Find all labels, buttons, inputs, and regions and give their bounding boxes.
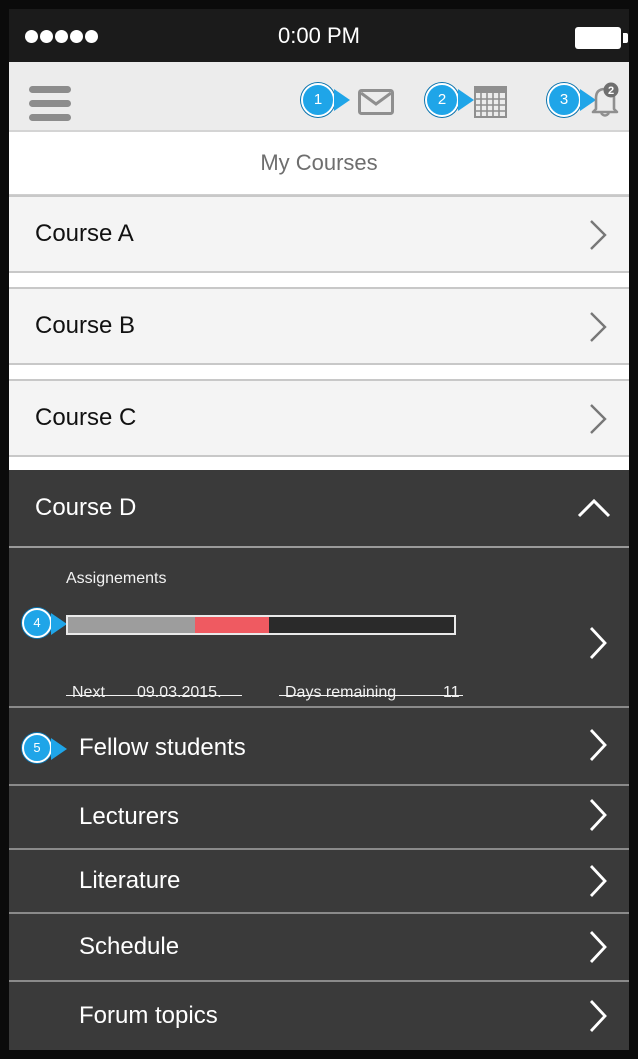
menu-item-lecturers[interactable]: Lecturers xyxy=(9,786,629,850)
course-item-a[interactable]: Course A xyxy=(9,195,629,273)
divider xyxy=(9,457,629,470)
hamburger-menu-icon[interactable] xyxy=(29,86,71,121)
menu-item-label: Literature xyxy=(79,867,181,894)
calendar-icon[interactable] xyxy=(474,85,507,123)
menu-item-label: Schedule xyxy=(79,933,180,960)
callout-badge: 4 xyxy=(22,608,52,638)
course-label: Course C xyxy=(35,404,137,431)
progress-due xyxy=(195,617,269,633)
menu-item-forum-topics[interactable]: Forum topics xyxy=(9,982,629,1050)
chevron-right-icon xyxy=(590,404,607,434)
chevron-right-icon xyxy=(589,627,607,659)
chevron-right-icon xyxy=(589,1000,607,1032)
chevron-right-icon xyxy=(589,799,607,831)
chevron-right-icon xyxy=(589,865,607,897)
course-item-b[interactable]: Course B xyxy=(9,287,629,365)
bell-icon[interactable]: 2 xyxy=(590,82,620,123)
mail-icon[interactable] xyxy=(358,89,394,120)
divider xyxy=(9,273,629,287)
chevron-right-icon xyxy=(589,729,607,761)
days-remaining-label: Days remaining xyxy=(285,684,397,701)
divider xyxy=(279,695,463,696)
course-label: Course B xyxy=(35,312,136,339)
app-header: 1 2 3 2 xyxy=(9,62,629,132)
callout-badge: 3 xyxy=(547,83,581,117)
status-time: 0:00 PM xyxy=(278,23,360,48)
chevron-up-icon xyxy=(577,498,611,518)
menu-item-label: Lecturers xyxy=(79,803,180,830)
phone-screen: 0:00 PM 1 2 3 2 My Courses Course A Cour… xyxy=(0,0,638,1059)
callout-badge: 2 xyxy=(425,83,459,117)
days-remaining-value: 11 xyxy=(443,684,460,701)
divider xyxy=(66,695,242,696)
next-label: Next xyxy=(72,684,105,701)
menu-item-label: Fellow students xyxy=(79,734,246,761)
course-label: Course D xyxy=(35,494,137,521)
status-bar: 0:00 PM xyxy=(9,9,629,62)
chevron-right-icon xyxy=(589,931,607,963)
menu-item-fellow-students[interactable]: 5 Fellow students xyxy=(9,708,629,786)
progress-completed xyxy=(68,617,196,633)
callout-badge: 1 xyxy=(301,83,335,117)
page-title: My Courses xyxy=(9,132,629,196)
callout-badge: 5 xyxy=(22,733,52,763)
menu-item-schedule[interactable]: Schedule xyxy=(9,914,629,982)
course-label: Course A xyxy=(35,220,134,247)
course-item-c[interactable]: Course C xyxy=(9,379,629,457)
divider xyxy=(9,365,629,379)
assignments-title: Assignements xyxy=(66,570,167,587)
course-d-panel: Course D Assignements 4 Next 09.03.2015.… xyxy=(9,470,629,1050)
course-item-d[interactable]: Course D xyxy=(9,470,629,548)
notification-count: 2 xyxy=(608,85,614,97)
assignments-section[interactable]: Assignements 4 Next 09.03.2015. Days rem… xyxy=(9,548,629,708)
battery-icon xyxy=(575,27,628,49)
chevron-right-icon xyxy=(590,220,607,250)
assignment-progress-bar xyxy=(66,615,456,635)
chevron-right-icon xyxy=(590,312,607,342)
menu-item-label: Forum topics xyxy=(79,1002,218,1029)
next-date: 09.03.2015. xyxy=(137,684,222,701)
menu-item-literature[interactable]: Literature xyxy=(9,850,629,914)
